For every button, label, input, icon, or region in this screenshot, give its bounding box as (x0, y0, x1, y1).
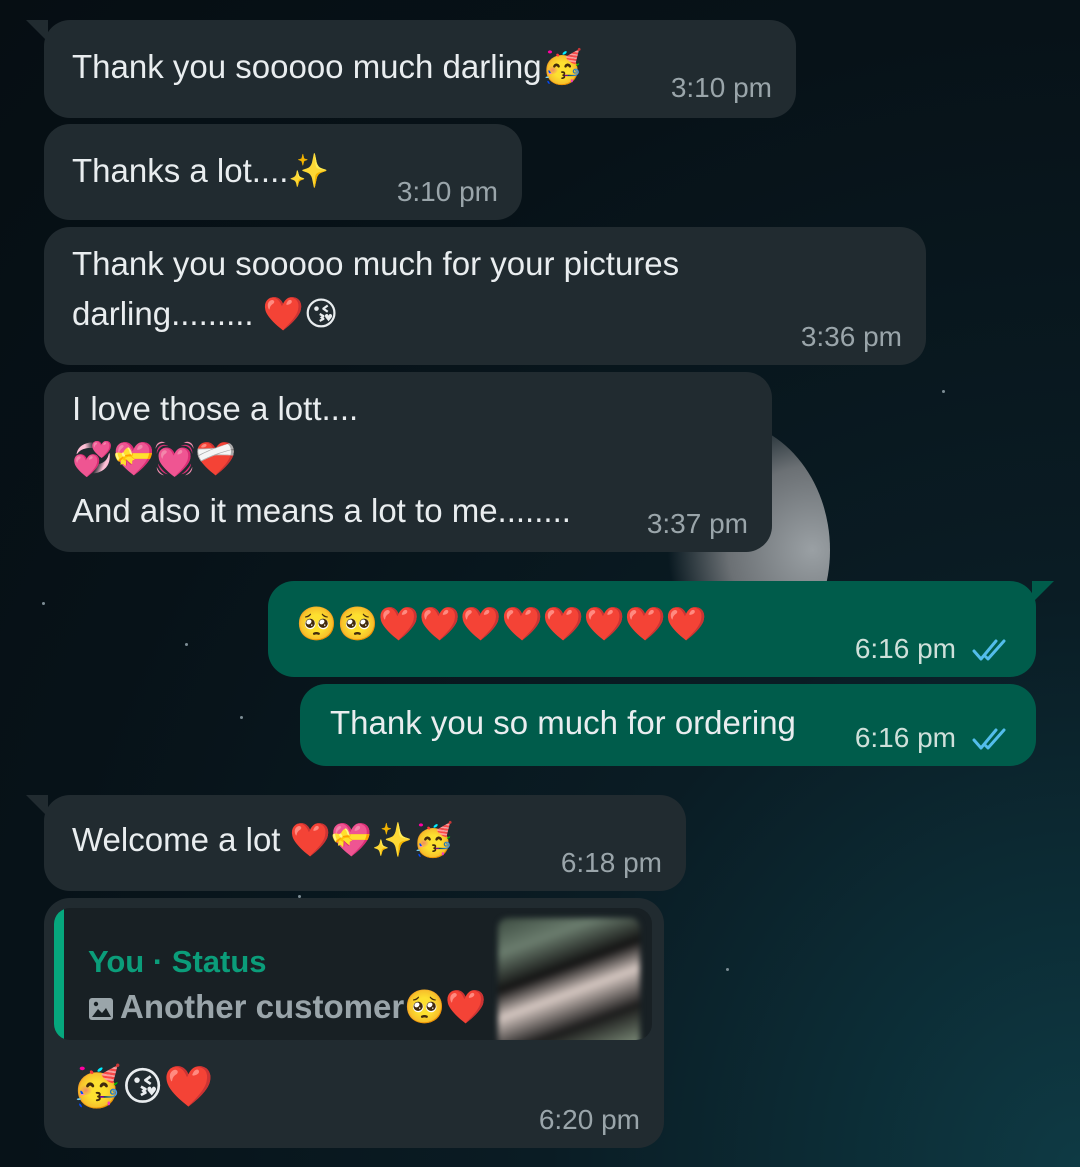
background-star (240, 716, 243, 719)
message-text: 🥺🥺❤️❤️❤️❤️❤️❤️❤️❤️ (296, 605, 707, 642)
bubble-tail (26, 795, 48, 817)
quote-text: Another customer🥺❤️ (120, 988, 487, 1025)
bubble-tail (1032, 581, 1054, 603)
message-text: I love those a lott.... (72, 390, 359, 427)
image-icon (89, 998, 113, 1020)
message-time: 3:37 pm (646, 508, 748, 539)
message-time: 3:10 pm (670, 72, 772, 103)
background-star (185, 643, 188, 646)
message-incoming[interactable]: You · Status Another customer🥺❤️ 🥳😘❤️ 6:… (44, 898, 664, 1148)
message-emoji-line: 💞💝💓❤️‍🩹 (72, 440, 237, 477)
quote-accent-bar (54, 908, 64, 1040)
message-text: darling......... ❤️😘 (72, 295, 339, 332)
message-time: 3:36 pm (800, 321, 902, 352)
message-text: And also it means a lot to me........ (72, 492, 571, 529)
message-incoming[interactable]: Thank you sooooo much darling🥳 3:10 pm (26, 20, 796, 118)
message-text: Thank you so much for ordering (330, 704, 796, 741)
message-incoming[interactable]: I love those a lott.... 💞💝💓❤️‍🩹 And also… (44, 372, 772, 552)
status-thumbnail (498, 918, 640, 1040)
message-outgoing[interactable]: Thank you so much for ordering 6:16 pm (300, 684, 1036, 766)
quote-text-row: Another customer🥺❤️ (88, 988, 486, 1027)
background-star (42, 602, 45, 605)
message-time: 6:18 pm (560, 847, 662, 878)
quoted-status-reply[interactable]: You · Status Another customer🥺❤️ (54, 908, 652, 1040)
background-star (726, 968, 729, 971)
message-time: 6:16 pm (854, 633, 956, 664)
message-incoming[interactable]: Thanks a lot....✨ 3:10 pm (44, 124, 522, 220)
bubble-tail (26, 20, 48, 42)
message-text: Thanks a lot....✨ (72, 152, 330, 189)
message-time: 6:16 pm (854, 722, 956, 753)
quote-author: You · Status (88, 944, 267, 979)
message-text: Thank you sooooo much darling🥳 (72, 48, 583, 85)
message-time: 6:20 pm (538, 1104, 640, 1135)
message-incoming[interactable]: Thank you sooooo much for your pictures … (44, 227, 926, 365)
message-outgoing[interactable]: 🥺🥺❤️❤️❤️❤️❤️❤️❤️❤️ 6:16 pm (268, 581, 1054, 677)
double-check-icon (972, 728, 1006, 750)
message-time: 3:10 pm (396, 176, 498, 207)
background-star (942, 390, 945, 393)
message-incoming[interactable]: Welcome a lot ❤️💝✨🥳 6:18 pm (26, 795, 686, 891)
message-text: Thank you sooooo much for your pictures (72, 245, 680, 282)
message-text: 🥳😘❤️ (72, 1065, 214, 1109)
double-check-icon (972, 639, 1006, 661)
message-text: Welcome a lot ❤️💝✨🥳 (72, 821, 454, 858)
